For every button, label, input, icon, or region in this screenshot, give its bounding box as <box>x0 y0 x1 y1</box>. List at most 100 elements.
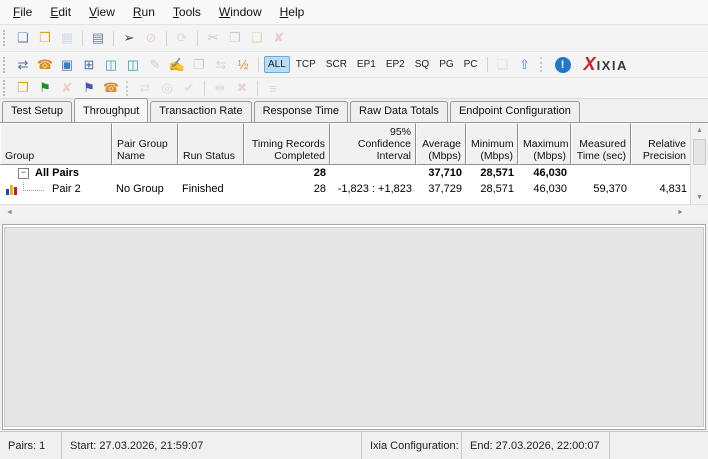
menu-help[interactable]: Help <box>271 2 314 22</box>
view-mode-sq[interactable]: SQ <box>411 56 433 73</box>
toolbar-separator <box>486 57 488 72</box>
view-results-icon: ◎ <box>161 80 173 95</box>
menu-view[interactable]: View <box>80 2 124 22</box>
application-window: File Edit View Run Tools Window Help ❏ ❒ ▦ ▤ ➢ ⊘ ⟳ ✂ ❐… <box>0 0 708 459</box>
table-horizontal-scrollbar[interactable]: ◄ ► <box>0 204 708 220</box>
toolbar-separator <box>204 80 205 96</box>
status-pairs: Pairs: 1 <box>0 432 62 459</box>
cell-maximum-mbps: 46,030 <box>533 183 567 195</box>
swap-endpoints-icon: ⇆ <box>215 56 227 72</box>
column-header-timing-records-completed[interactable]: Timing Records Completed <box>244 123 330 165</box>
toolbar-separator <box>197 30 198 46</box>
toolbar-grip <box>3 80 8 96</box>
refresh-icon: ⟳ <box>176 30 188 45</box>
ixia-logo-x-icon: X <box>583 54 596 74</box>
chart-scrollbar-thumb[interactable] <box>4 227 704 427</box>
connect-endpoints-icon: ⇄ <box>139 80 151 95</box>
copy-results-icon: ❏ <box>496 56 509 72</box>
export-results-icon[interactable]: ⇧ <box>515 56 535 74</box>
column-header-relative-precision[interactable]: Relative Precision <box>631 123 691 165</box>
table-vertical-scrollbar[interactable]: ▲ ▼ <box>690 123 708 205</box>
menu-window[interactable]: Window <box>210 2 271 22</box>
column-header-maximum-mbps[interactable]: Maximum (Mbps) <box>518 123 571 165</box>
toolbar-separator <box>258 57 259 72</box>
table-scroll-left-icon[interactable]: ◄ <box>2 205 17 220</box>
renumber-pairs-icon[interactable]: ½ <box>233 56 253 74</box>
add-video-multicast-icon[interactable]: ◫ <box>101 56 121 74</box>
add-multicast-group-icon[interactable]: ⊞ <box>79 56 99 74</box>
toolbar-pairs: ⇄ ☎ ▣ ⊞ ◫ ◫ ✎ ✍ ❐ ⇆ ½ ALL TCP SCR EP1 EP2 SQ PG PC ❏ ⇧! X IXIA <box>0 52 708 78</box>
toolbar-separator <box>113 30 114 46</box>
view-mode-ep2[interactable]: EP2 <box>382 56 409 73</box>
dial-icon[interactable]: ☎ <box>101 79 121 97</box>
table-scroll-up-icon[interactable]: ▲ <box>692 123 707 138</box>
ixia-logo-text: IXIA <box>596 58 628 73</box>
table-scroll-right-icon[interactable]: ► <box>673 205 688 220</box>
toolbar-separator <box>539 57 544 72</box>
column-header-minimum-mbps[interactable]: Minimum (Mbps) <box>466 123 518 165</box>
menu-file[interactable]: File <box>4 2 41 22</box>
cut-icon: ✂ <box>207 30 219 45</box>
tab-transaction-rate[interactable]: Transaction Rate <box>150 101 252 122</box>
open-test-icon[interactable]: ❒ <box>35 29 55 47</box>
column-header-run-status[interactable]: Run Status <box>178 123 244 165</box>
view-mode-pg[interactable]: PG <box>435 56 457 73</box>
table-scroll-down-icon[interactable]: ▼ <box>692 190 707 205</box>
edit-pair-icon[interactable]: ✍ <box>167 56 187 74</box>
results-table-panel: Group Pair Group Name Run Status Timing Reco… <box>0 122 708 220</box>
tab-test-setup[interactable]: Test Setup <box>2 101 72 122</box>
tab-response-time[interactable]: Response Time <box>253 101 349 122</box>
replicate-pair-icon: ❐ <box>193 56 205 72</box>
view-mode-tcp[interactable]: TCP <box>292 56 320 73</box>
column-header-95-confidence-interval[interactable]: 95% Confidence Interval <box>330 123 416 165</box>
cell-timing-records-completed: 28 <box>313 183 326 195</box>
cell-average-mbps: 37,729 <box>428 183 462 195</box>
tab-endpoint-configuration[interactable]: Endpoint Configuration <box>449 101 580 122</box>
cell-group: Pair 2 <box>0 182 112 196</box>
new-test-icon[interactable]: ❏ <box>13 29 33 47</box>
column-header-measured-time-sec[interactable]: Measured Time (sec) <box>571 123 631 165</box>
collapse-icon[interactable]: − <box>18 167 29 179</box>
pair-chart-icon <box>6 184 17 195</box>
group-pairs-icon: ≡ <box>269 80 277 96</box>
edit-run-options-icon: ✎ <box>149 56 161 72</box>
cell-group: − All Pairs <box>0 167 112 179</box>
view-mode-ep1[interactable]: EP1 <box>353 56 380 73</box>
table-row-all-pairs[interactable]: − All Pairs 28 37,710 28,571 46,030 <box>0 165 708 181</box>
tree-branch-icon <box>23 182 44 191</box>
add-pair-icon[interactable]: ⇄ <box>13 56 33 74</box>
cell-run-status: Finished <box>182 183 224 195</box>
results-table-body: − All Pairs 28 37,710 28,571 46,030 Pair 2 No G… <box>0 165 708 197</box>
abort-test-flag-icon: ✘ <box>61 80 73 95</box>
column-header-pair-group-name[interactable]: Pair Group Name <box>112 123 178 165</box>
poll-endpoints-icon[interactable]: ⚑ <box>79 79 99 97</box>
status-end-time: End: 27.03.2026, 22:00:07 <box>462 432 610 459</box>
paste-icon: ❑ <box>251 30 263 45</box>
about-info-icon[interactable]: ! <box>554 56 571 73</box>
view-mode-scr[interactable]: SCR <box>322 56 351 73</box>
menu-edit[interactable]: Edit <box>41 2 80 22</box>
toolbar-separator <box>82 30 83 46</box>
expand-pairs-icon: ⇹ <box>214 80 226 95</box>
cell-timing-records-completed: 28 <box>313 167 326 179</box>
menu-tools[interactable]: Tools <box>164 2 210 22</box>
start-test-flag-icon[interactable]: ⚑ <box>35 79 55 97</box>
column-header-average-mbps[interactable]: Average (Mbps) <box>416 123 466 165</box>
add-voip-pair-icon[interactable]: ☎ <box>35 56 55 74</box>
tab-raw-data-totals[interactable]: Raw Data Totals <box>350 101 448 122</box>
add-video-pair-icon[interactable]: ▣ <box>57 56 77 74</box>
table-row-pair-2[interactable]: Pair 2 No Group Finished 28 -1,823 : +1,823 3… <box>0 181 708 197</box>
column-header-group[interactable]: Group <box>0 123 112 165</box>
toolbar-separator <box>257 80 258 96</box>
console-icon[interactable]: ❒ <box>13 79 33 97</box>
run-test-icon[interactable]: ➢ <box>119 29 139 47</box>
add-hardware-pair-icon[interactable]: ◫ <box>123 56 143 74</box>
tab-throughput[interactable]: Throughput <box>73 98 149 122</box>
view-mode-pc[interactable]: PC <box>460 56 482 73</box>
results-table-header: Group Pair Group Name Run Status Timing Reco… <box>0 123 708 165</box>
table-vscroll-thumb[interactable] <box>693 139 706 165</box>
view-mode-all[interactable]: ALL <box>264 56 290 73</box>
tab-bar: Test Setup Throughput Transaction Rate Resp… <box>0 98 708 122</box>
menu-run[interactable]: Run <box>124 2 164 22</box>
print-icon[interactable]: ▤ <box>88 29 108 47</box>
